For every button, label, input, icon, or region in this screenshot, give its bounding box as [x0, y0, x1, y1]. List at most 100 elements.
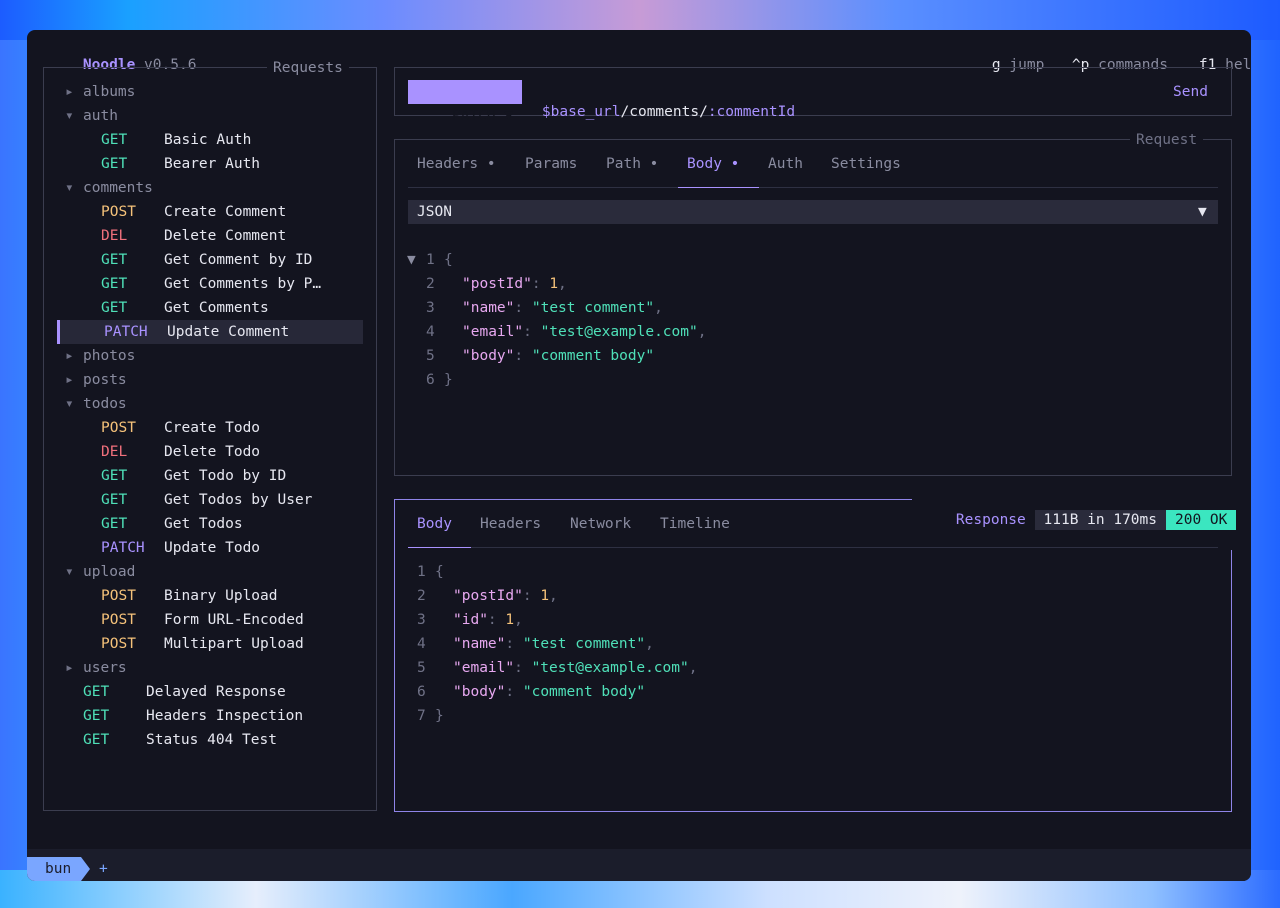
tab-response-body[interactable]: Body [408, 500, 471, 548]
tab-request-auth[interactable]: Auth [768, 140, 818, 188]
chevron-right-icon: ▸ [65, 348, 74, 364]
chevron-down-icon: ▾ [65, 180, 74, 196]
tree-folder[interactable]: ▸ posts [57, 368, 363, 392]
line-number: 5 [417, 660, 426, 676]
tree-folder[interactable]: ▸ photos [57, 344, 363, 368]
tab-request-body[interactable]: Body • [678, 140, 759, 188]
tree-request-label: Binary Upload [164, 588, 278, 604]
tab-request-path[interactable]: Path • [606, 140, 676, 188]
tree-request-label: Get Comment by ID [164, 252, 313, 268]
body-type-chevron-down-icon: ▼ [1198, 204, 1207, 220]
line-number: 1 [417, 564, 426, 580]
tab-response-network[interactable]: Network [570, 500, 640, 548]
tree-request[interactable]: GET Basic Auth [57, 128, 363, 152]
method-badge: GET [101, 156, 128, 172]
code-line: } [435, 708, 444, 724]
tree-request-label: Headers Inspection [146, 708, 304, 724]
tree-request[interactable]: PATCH Update Todo [57, 536, 363, 560]
tree-request[interactable]: GET Get Todos by User [57, 488, 363, 512]
method-select[interactable]: PATCH ▼ [408, 80, 523, 124]
url-path: /comments/ [620, 104, 708, 120]
tree-folder[interactable]: ▸ albums [57, 80, 363, 104]
method-badge: PATCH [104, 324, 148, 340]
tree-folder-label: albums [83, 84, 136, 100]
tree-request[interactable]: DEL Delete Todo [57, 440, 363, 464]
tree-request[interactable]: GET Delayed Response [57, 680, 363, 704]
tab-request-headers[interactable]: Headers • [408, 140, 498, 188]
tree-request-label: Bearer Auth [164, 156, 261, 172]
fold-toggle-icon[interactable]: ▼ [407, 250, 416, 270]
tree-request[interactable]: GET Get Todo by ID [57, 464, 363, 488]
method-badge: GET [83, 684, 110, 700]
tree-request[interactable]: POST Binary Upload [57, 584, 363, 608]
chevron-right-icon: ▸ [65, 660, 74, 676]
tree-folder-label: upload [83, 564, 136, 580]
method-badge: POST [101, 636, 136, 652]
code-line: "body": "comment body" [453, 684, 646, 700]
method-badge: DEL [101, 444, 128, 460]
terminal-tab-bun[interactable]: bun [27, 857, 90, 881]
tree-folder[interactable]: ▸ users [57, 656, 363, 680]
response-tabs: Body Headers Network Timeline [408, 500, 1218, 548]
tree-request-label: Status 404 Test [146, 732, 277, 748]
method-badge: POST [101, 420, 136, 436]
app-window: Noodle v0.5.6 g jump ^p commands f1 help… [27, 30, 1251, 881]
tree-request[interactable]: POST Multipart Upload [57, 632, 363, 656]
tab-response-timeline[interactable]: Timeline [660, 500, 740, 548]
tree-request-label: Delete Todo [164, 444, 261, 460]
chevron-down-icon: ▾ [65, 564, 74, 580]
line-number: 2 [417, 588, 426, 604]
method-badge: POST [101, 588, 136, 604]
body-type-select[interactable]: JSON ▼ [408, 200, 1218, 224]
tree-folder[interactable]: ▾ todos [57, 392, 363, 416]
chevron-down-icon: ▾ [65, 108, 74, 124]
body-type-value: JSON [417, 204, 452, 220]
tree-request[interactable]: GET Status 404 Test [57, 728, 363, 752]
tree-request[interactable]: PATCH Update Comment [57, 320, 363, 344]
new-tab-button[interactable]: + [99, 859, 108, 879]
code-line: "body": "comment body" [462, 348, 655, 364]
method-badge: PATCH [101, 540, 145, 556]
tree-request[interactable]: GET Headers Inspection [57, 704, 363, 728]
tree-request-label: Get Todos by User [164, 492, 313, 508]
url-input[interactable]: $base_url/comments/:commentId [507, 82, 795, 142]
tree-request[interactable]: GET Bearer Auth [57, 152, 363, 176]
line-number: 7 [417, 708, 426, 724]
send-button[interactable]: Send [1173, 82, 1208, 102]
tab-response-headers[interactable]: Headers [480, 500, 550, 548]
tree-request[interactable]: POST Create Todo [57, 416, 363, 440]
tree-request[interactable]: GET Get Comments [57, 296, 363, 320]
tree-request[interactable]: POST Create Comment [57, 200, 363, 224]
method-badge: DEL [101, 228, 128, 244]
url-path-param: :commentId [707, 104, 796, 120]
tree-request[interactable]: GET Get Comment by ID [57, 248, 363, 272]
method-badge: GET [83, 732, 110, 748]
line-number: 5 [426, 348, 435, 364]
tree-request-label: Get Comments by P… [164, 276, 322, 292]
tree-request-label: Create Todo [164, 420, 261, 436]
tree-request-label: Basic Auth [164, 132, 252, 148]
method-badge: POST [101, 204, 136, 220]
tree-request-label: Delayed Response [146, 684, 286, 700]
line-number: 3 [426, 300, 435, 316]
tree-request[interactable]: POST Form URL-Encoded [57, 608, 363, 632]
tree-folder-label: todos [83, 396, 127, 412]
tree-request[interactable]: GET Get Comments by P… [57, 272, 363, 296]
terminal-tabbar: bun + [27, 849, 1251, 881]
tree-request[interactable]: DEL Delete Comment [57, 224, 363, 248]
code-line: "email": "test@example.com", [453, 660, 698, 676]
tree-request-label: Update Todo [164, 540, 261, 556]
tree-request[interactable]: GET Get Todos [57, 512, 363, 536]
tree-folder-label: photos [83, 348, 136, 364]
tab-request-params[interactable]: Params [525, 140, 595, 188]
tree-folder-label: auth [83, 108, 118, 124]
tree-folder[interactable]: ▾ comments [57, 176, 363, 200]
tree-folder[interactable]: ▾ upload [57, 560, 363, 584]
tree-request-label: Update Comment [167, 324, 290, 340]
tab-request-settings[interactable]: Settings [831, 140, 911, 188]
line-number: 1 [426, 252, 435, 268]
tree-folder[interactable]: ▾ auth [57, 104, 363, 128]
method-badge: GET [101, 300, 128, 316]
method-badge: POST [101, 612, 136, 628]
method-badge: GET [101, 276, 128, 292]
